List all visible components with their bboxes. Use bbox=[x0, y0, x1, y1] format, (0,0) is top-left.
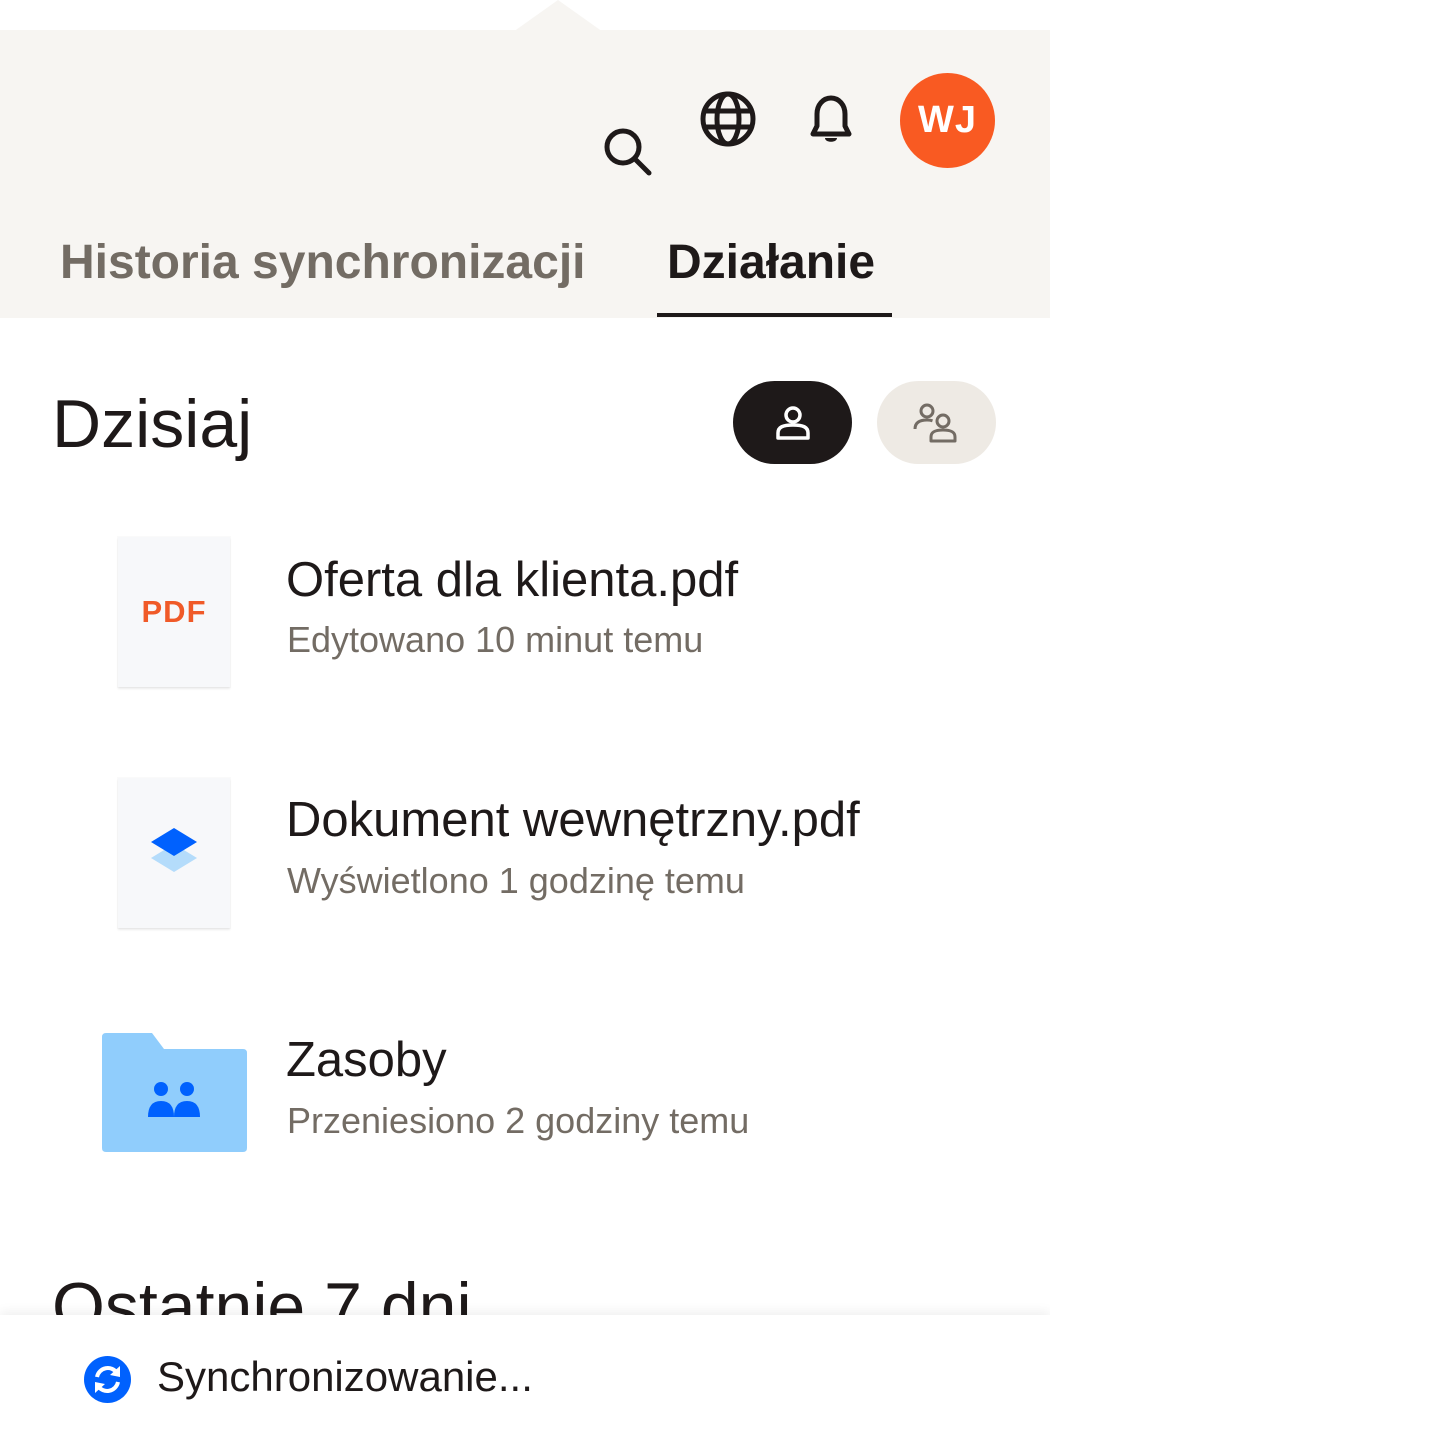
active-tab-indicator bbox=[657, 313, 892, 317]
tab-label: Historia synchronizacji bbox=[60, 236, 586, 289]
dropbox-paper-icon bbox=[151, 828, 197, 872]
folder-activity: Przeniesiono 2 godziny temu bbox=[287, 1100, 750, 1141]
notifications-button[interactable] bbox=[799, 88, 863, 152]
file-name[interactable]: Dokument wewnętrzny.pdf bbox=[286, 792, 860, 848]
section-title-today: Dzisiaj bbox=[52, 386, 253, 462]
language-button[interactable] bbox=[696, 87, 760, 151]
file-thumbnail[interactable]: PDF bbox=[118, 537, 230, 687]
panel-header: WJ Historia synchronizacji Działanie bbox=[0, 30, 1050, 318]
file-activity: Edytowano 10 minut temu bbox=[287, 619, 704, 660]
activity-panel: WJ Historia synchronizacji Działanie Dzi… bbox=[0, 0, 1050, 1440]
sync-icon bbox=[84, 1356, 131, 1403]
avatar-initials: WJ bbox=[918, 99, 977, 141]
file-name[interactable]: Oferta dla klienta.pdf bbox=[286, 552, 738, 608]
search-button[interactable] bbox=[595, 119, 659, 183]
popover-caret bbox=[513, 0, 603, 32]
person-icon bbox=[775, 405, 810, 440]
search-icon bbox=[604, 128, 652, 176]
people-icon bbox=[913, 403, 956, 442]
globe-icon bbox=[700, 91, 756, 147]
user-avatar[interactable]: WJ bbox=[900, 73, 995, 168]
sync-status-bar: Synchronizowanie... bbox=[0, 1315, 1050, 1440]
bell-icon bbox=[810, 95, 852, 142]
folder-name[interactable]: Zasoby bbox=[286, 1032, 447, 1088]
filter-my-activity-button[interactable] bbox=[733, 381, 852, 464]
file-activity: Wyświetlono 1 godzinę temu bbox=[287, 860, 745, 901]
tab-label: Działanie bbox=[667, 236, 876, 289]
sync-status-text: Synchronizowanie... bbox=[157, 1353, 533, 1400]
pdf-file-icon: PDF bbox=[141, 594, 207, 629]
filter-shared-activity-button[interactable] bbox=[877, 381, 996, 464]
tab-activity[interactable]: Działanie bbox=[667, 235, 875, 290]
tab-sync-history[interactable]: Historia synchronizacji bbox=[60, 235, 586, 290]
shared-folder-icon[interactable] bbox=[102, 1033, 247, 1152]
file-thumbnail[interactable] bbox=[118, 778, 230, 928]
